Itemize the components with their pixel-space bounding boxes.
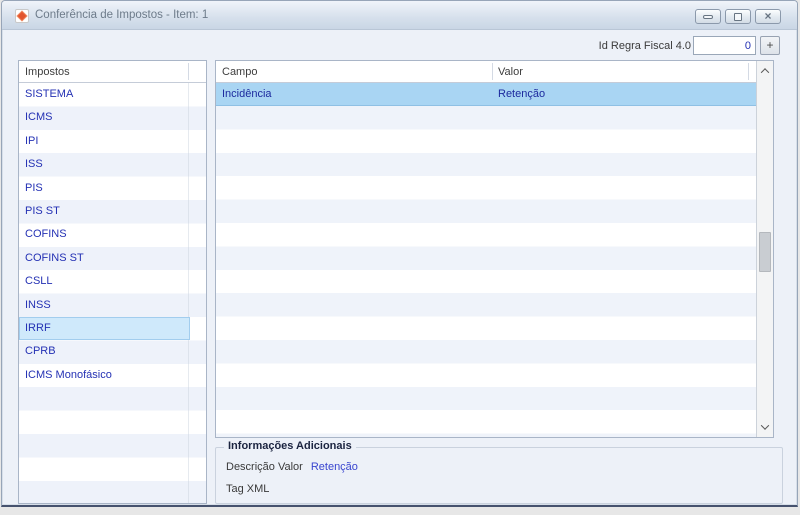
tag-xml-row: Tag XML	[226, 483, 277, 495]
chevron-down-icon	[760, 421, 770, 430]
close-icon: ×	[764, 9, 772, 23]
table-header: Campo Valor	[216, 61, 758, 83]
impostos-item-icms-monofasico[interactable]: ICMS Monofásico	[19, 364, 190, 387]
minimize-button[interactable]	[695, 9, 721, 24]
impostos-item-csll[interactable]: CSLL	[19, 270, 190, 293]
impostos-item-iss[interactable]: ISS	[19, 153, 190, 176]
campo-valor-table: Campo Valor Incidência Retenção	[215, 60, 774, 438]
impostos-list: SISTEMA ICMS IPI ISS PIS PIS ST COFINS C…	[19, 83, 206, 503]
app-icon	[15, 9, 29, 23]
column-divider	[188, 63, 189, 80]
cell-valor: Retenção	[498, 88, 546, 100]
scroll-up-button[interactable]	[757, 63, 773, 79]
dialog-window: Conferência de Impostos - Item: 1 × Id R…	[1, 0, 798, 507]
descricao-valor-label: Descrição Valor	[226, 461, 303, 473]
impostos-item-cprb[interactable]: CPRB	[19, 340, 190, 363]
maximize-icon	[734, 12, 742, 21]
impostos-item-cofins-st[interactable]: COFINS ST	[19, 247, 190, 270]
impostos-item-inss[interactable]: INSS	[19, 294, 190, 317]
table-empty-rows	[216, 106, 758, 437]
informacoes-adicionais-title: Informações Adicionais	[224, 440, 356, 452]
cell-campo: Incidência	[222, 88, 272, 100]
chevron-up-icon	[760, 68, 770, 77]
impostos-panel: Impostos SISTEMA ICMS IPI ISS PIS PIS ST…	[18, 60, 207, 504]
titlebar[interactable]: Conferência de Impostos - Item: 1 ×	[2, 1, 797, 30]
impostos-item-cofins[interactable]: COFINS	[19, 223, 190, 246]
impostos-item-sistema[interactable]: SISTEMA	[19, 83, 190, 106]
impostos-item-pis[interactable]: PIS	[19, 177, 190, 200]
descricao-valor-value: Retenção	[310, 461, 358, 473]
column-divider	[492, 63, 493, 80]
window-controls: ×	[695, 9, 781, 24]
tag-xml-label: Tag XML	[226, 483, 270, 495]
impostos-item-ipi[interactable]: IPI	[19, 130, 190, 153]
impostos-item-pis-st[interactable]: PIS ST	[19, 200, 190, 223]
campo-column-header[interactable]: Campo	[222, 61, 257, 83]
maximize-button[interactable]	[725, 9, 751, 24]
informacoes-adicionais-box: Informações Adicionais Descrição Valor R…	[215, 440, 783, 504]
column-divider	[748, 63, 749, 80]
impostos-column-header[interactable]: Impostos	[19, 61, 206, 83]
add-button[interactable]: +	[760, 36, 780, 55]
scrollbar-thumb[interactable]	[759, 232, 771, 272]
table-row-selected[interactable]: Incidência Retenção	[216, 83, 758, 107]
scroll-down-button[interactable]	[757, 419, 773, 435]
impostos-item-icms[interactable]: ICMS	[19, 106, 190, 129]
table-vertical-scrollbar[interactable]	[756, 61, 773, 437]
window-title: Conferência de Impostos - Item: 1	[35, 9, 209, 21]
impostos-header-label: Impostos	[25, 66, 70, 78]
descricao-valor-row: Descrição Valor Retenção	[226, 461, 358, 473]
id-regra-fiscal-input[interactable]	[693, 36, 756, 55]
valor-column-header[interactable]: Valor	[498, 61, 523, 83]
close-button[interactable]: ×	[755, 9, 781, 24]
minimize-icon	[703, 14, 713, 19]
id-regra-fiscal-label: Id Regra Fiscal 4.0	[598, 40, 691, 52]
impostos-item-irrf-selected[interactable]: IRRF	[19, 316, 190, 341]
